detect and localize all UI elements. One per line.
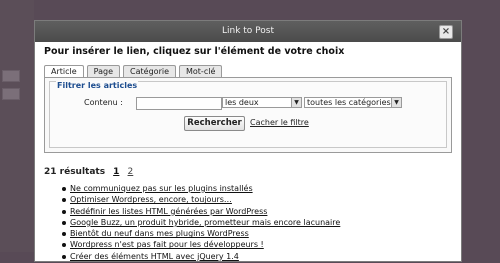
filter-legend: Filtrer les articles xyxy=(56,81,139,90)
category-select-value: toutes les catégories xyxy=(307,98,391,107)
scope-select-value: les deux xyxy=(225,98,259,107)
article-link[interactable]: Ne communiquez pas sur les plugins insta… xyxy=(70,184,253,193)
filter-fieldset: Filtrer les articles Contenu : les deux … xyxy=(49,81,447,148)
bullet-icon xyxy=(62,254,66,259)
list-item: Redéfinir les listes HTML générées par W… xyxy=(62,207,452,218)
article-link[interactable]: Créer des éléments HTML avec jQuery 1.4 xyxy=(70,252,239,261)
list-item: Bientôt du neuf dans mes plugins WordPre… xyxy=(62,229,452,240)
list-item: Créer des éléments HTML avec jQuery 1.4 xyxy=(62,252,452,263)
content-label: Contenu : xyxy=(84,98,123,107)
list-item: Google Buzz, un produit hybride, promett… xyxy=(62,218,452,229)
background-field xyxy=(2,88,20,100)
list-item: Wordpress n'est pas fait pour les dévelo… xyxy=(62,240,452,251)
close-icon[interactable]: × xyxy=(439,25,453,39)
bullet-icon xyxy=(62,243,66,248)
bullet-icon xyxy=(62,187,66,191)
tab-panel-article: Filtrer les articles Contenu : les deux … xyxy=(44,77,452,153)
tab-mot-cle[interactable]: Mot-clé xyxy=(179,65,223,77)
filter-row: Contenu : les deux ▼ toutes les catégori… xyxy=(50,97,446,110)
background-field xyxy=(2,70,20,82)
pagination-page-2[interactable]: 2 xyxy=(128,167,134,177)
article-link[interactable]: Redéfinir les listes HTML générées par W… xyxy=(70,207,267,216)
category-select[interactable]: toutes les catégories ▼ xyxy=(304,97,402,108)
results-summary: 21 résultats 1 2 xyxy=(44,167,452,178)
article-link[interactable]: Optimiser Wordpress, encore, toujours… xyxy=(70,195,232,204)
article-link[interactable]: Bientôt du neuf dans mes plugins WordPre… xyxy=(70,229,249,238)
content-input[interactable] xyxy=(136,97,222,110)
dialog-heading: Pour insérer le lien, cliquez sur l'élém… xyxy=(44,46,345,57)
hide-filter-link[interactable]: Cacher le filtre xyxy=(250,118,309,127)
bullet-icon xyxy=(62,220,66,225)
link-dialog: Link to Post × Pour insérer le lien, cli… xyxy=(34,20,462,262)
list-item: Ne communiquez pas sur les plugins insta… xyxy=(62,184,452,195)
tab-page[interactable]: Page xyxy=(86,65,121,77)
chevron-down-icon[interactable]: ▼ xyxy=(291,98,301,107)
dialog-content: Pour insérer le lien, cliquez sur l'élém… xyxy=(35,42,461,263)
article-link[interactable]: Google Buzz, un produit hybride, promett… xyxy=(70,218,340,227)
article-link[interactable]: Wordpress n'est pas fait pour les dévelo… xyxy=(70,240,264,249)
list-item: Optimiser Wordpress, encore, toujours… xyxy=(62,195,452,206)
search-button[interactable]: Rechercher xyxy=(184,116,245,131)
article-list: Ne communiquez pas sur les plugins insta… xyxy=(44,184,452,263)
tab-bar: Article Page Catégorie Mot-clé xyxy=(44,64,452,78)
results-count: 21 résultats xyxy=(44,167,106,177)
background-page xyxy=(0,0,34,252)
tab-categorie[interactable]: Catégorie xyxy=(123,65,176,77)
scope-select[interactable]: les deux ▼ xyxy=(222,97,302,108)
bullet-icon xyxy=(62,209,66,214)
dialog-titlebar: Link to Post × xyxy=(35,21,461,42)
dialog-title: Link to Post xyxy=(221,26,275,36)
pagination-page-1[interactable]: 1 xyxy=(113,167,119,177)
bullet-icon xyxy=(62,232,66,237)
bullet-icon xyxy=(62,198,66,203)
chevron-down-icon[interactable]: ▼ xyxy=(391,98,401,107)
filter-actions: Rechercher Cacher le filtre xyxy=(50,116,446,131)
